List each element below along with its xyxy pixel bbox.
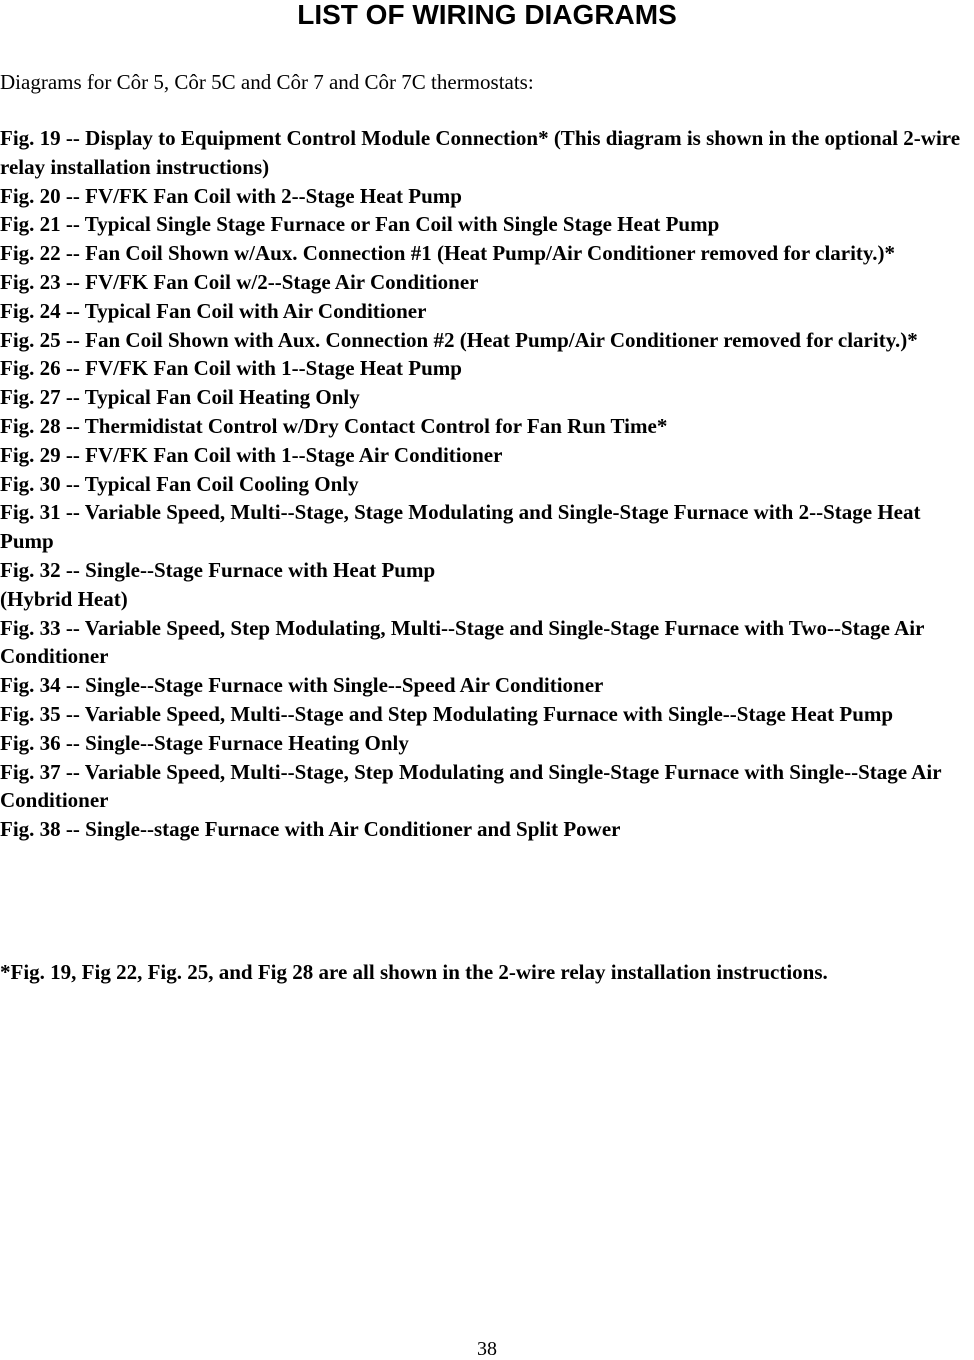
figure-item-22: Fig. 22 -- Fan Coil Shown w/Aux. Connect… [0, 241, 896, 266]
figure-item-38: Fig. 38 -- Single--stage Furnace with Ai… [0, 817, 621, 842]
figure-item-23: Fig. 23 -- FV/FK Fan Coil w/2--Stage Air… [0, 269, 479, 294]
figure-item-27: Fig. 27 -- Typical Fan Coil Heating Only [0, 385, 360, 410]
figure-item-28: Fig. 28 -- Thermidistat Control w/Dry Co… [0, 413, 668, 438]
figure-item-29: Fig. 29 -- FV/FK Fan Coil with 1--Stage … [0, 442, 503, 467]
figure-item-21: Fig. 21 -- Typical Single Stage Furnace … [0, 212, 720, 237]
figure-item-19: Fig. 19 -- Display to Equipment Control … [0, 126, 961, 179]
figure-item-36: Fig. 36 -- Single--Stage Furnace Heating… [0, 730, 409, 755]
page-title: LIST OF WIRING DIAGRAMS [297, 0, 677, 30]
figure-item-35: Fig. 35 -- Variable Speed, Multi--Stage … [0, 701, 894, 726]
figure-item-32: Fig. 32 -- Single--Stage Furnace with He… [0, 557, 436, 611]
figure-item-26: Fig. 26 -- FV/FK Fan Coil with 1--Stage … [0, 356, 462, 381]
figure-item-31: Fig. 31 -- Variable Speed, Multi--Stage,… [0, 500, 921, 554]
figure-list: Fig. 19 -- Display to Equipment Control … [0, 124, 972, 844]
figure-item-24: Fig. 24 -- Typical Fan Coil with Air Con… [0, 298, 427, 323]
figure-item-30: Fig. 30 -- Typical Fan Coil Cooling Only [0, 471, 359, 496]
figure-item-34: Fig. 34 -- Single--Stage Furnace with Si… [0, 673, 604, 698]
figure-item-20: Fig. 20 -- FV/FK Fan Coil with 2--Stage … [0, 183, 462, 208]
intro-text: Diagrams for Côr 5, Côr 5C and Côr 7 and… [0, 70, 534, 94]
figure-item-33: Fig. 33 -- Variable Speed, Step Modulati… [0, 615, 925, 669]
figure-item-37: Fig. 37 -- Variable Speed, Multi--Stage,… [0, 759, 942, 813]
footnote: *Fig. 19, Fig 22, Fig. 25, and Fig 28 ar… [0, 960, 828, 984]
page-number: 38 [477, 1338, 497, 1360]
figure-item-25: Fig. 25 -- Fan Coil Shown with Aux. Conn… [0, 327, 918, 352]
